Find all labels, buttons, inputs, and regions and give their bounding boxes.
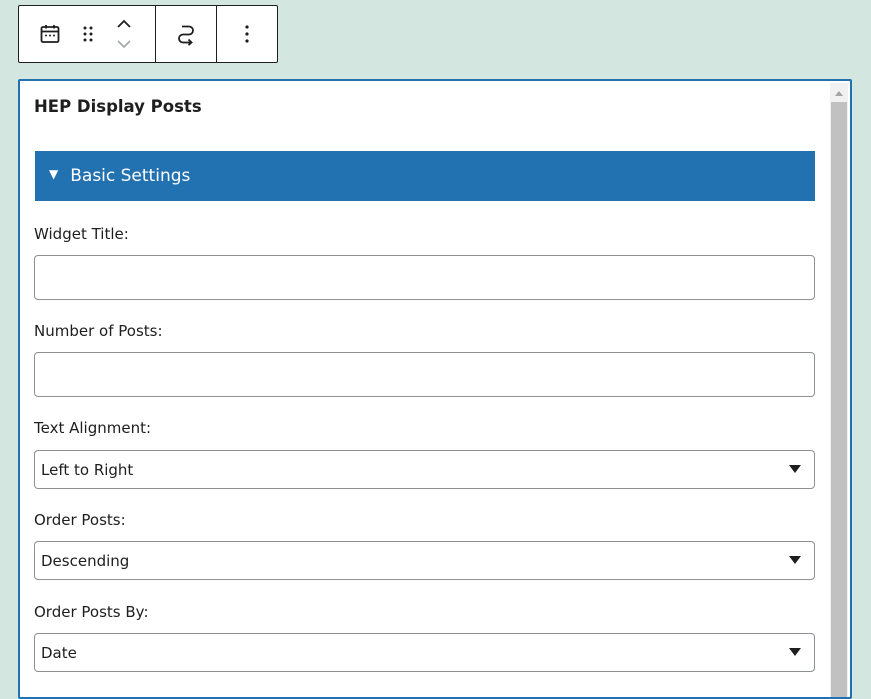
panel-title: HEP Display Posts [34,97,202,116]
order-posts-select[interactable]: Descending [34,541,815,580]
toolbar-group-transform [156,6,217,62]
order-posts-value: Descending [41,551,130,570]
more-vertical-icon [245,25,249,43]
calendar-icon [40,25,60,43]
toolbar-group-block [19,6,156,62]
caret-down-icon [789,464,801,473]
block-mover [106,10,142,58]
scrollbar-thumb[interactable] [831,102,847,697]
widget-title-label: Widget Title: [34,225,129,243]
scrollbar[interactable] [830,83,848,697]
number-of-posts-input[interactable] [34,352,815,397]
order-posts-label: Order Posts: [34,511,126,529]
section-label: Basic Settings [70,166,191,186]
caret-down-icon [789,555,801,564]
block-panel: HEP Display Posts ▼ Basic Settings Widge… [18,79,852,699]
toolbar-group-options [217,6,277,62]
block-type-button[interactable] [30,22,70,46]
transform-icon [178,25,194,46]
basic-settings-section-toggle[interactable]: ▼ Basic Settings [35,151,815,201]
options-button[interactable] [235,22,259,46]
text-alignment-select[interactable]: Left to Right [34,450,815,489]
chevron-up-icon [117,19,131,28]
move-up-button[interactable] [109,14,139,34]
order-posts-by-value: Date [41,643,77,662]
text-alignment-value: Left to Right [41,460,134,479]
widget-title-input[interactable] [34,255,815,300]
scroll-up-arrow-icon[interactable] [835,91,843,96]
drag-button[interactable] [70,22,106,46]
order-posts-by-select[interactable]: Date [34,633,815,672]
block-toolbar [18,5,278,63]
caret-down-icon [789,647,801,656]
chevron-down-icon [117,40,131,49]
triangle-down-icon: ▼ [49,167,59,181]
move-down-button[interactable] [109,34,139,54]
drag-handle-icon [83,26,93,42]
transform-button[interactable] [174,22,198,46]
text-alignment-label: Text Alignment: [34,419,152,437]
order-posts-by-label: Order Posts By: [34,603,149,621]
number-of-posts-label: Number of Posts: [34,322,163,340]
